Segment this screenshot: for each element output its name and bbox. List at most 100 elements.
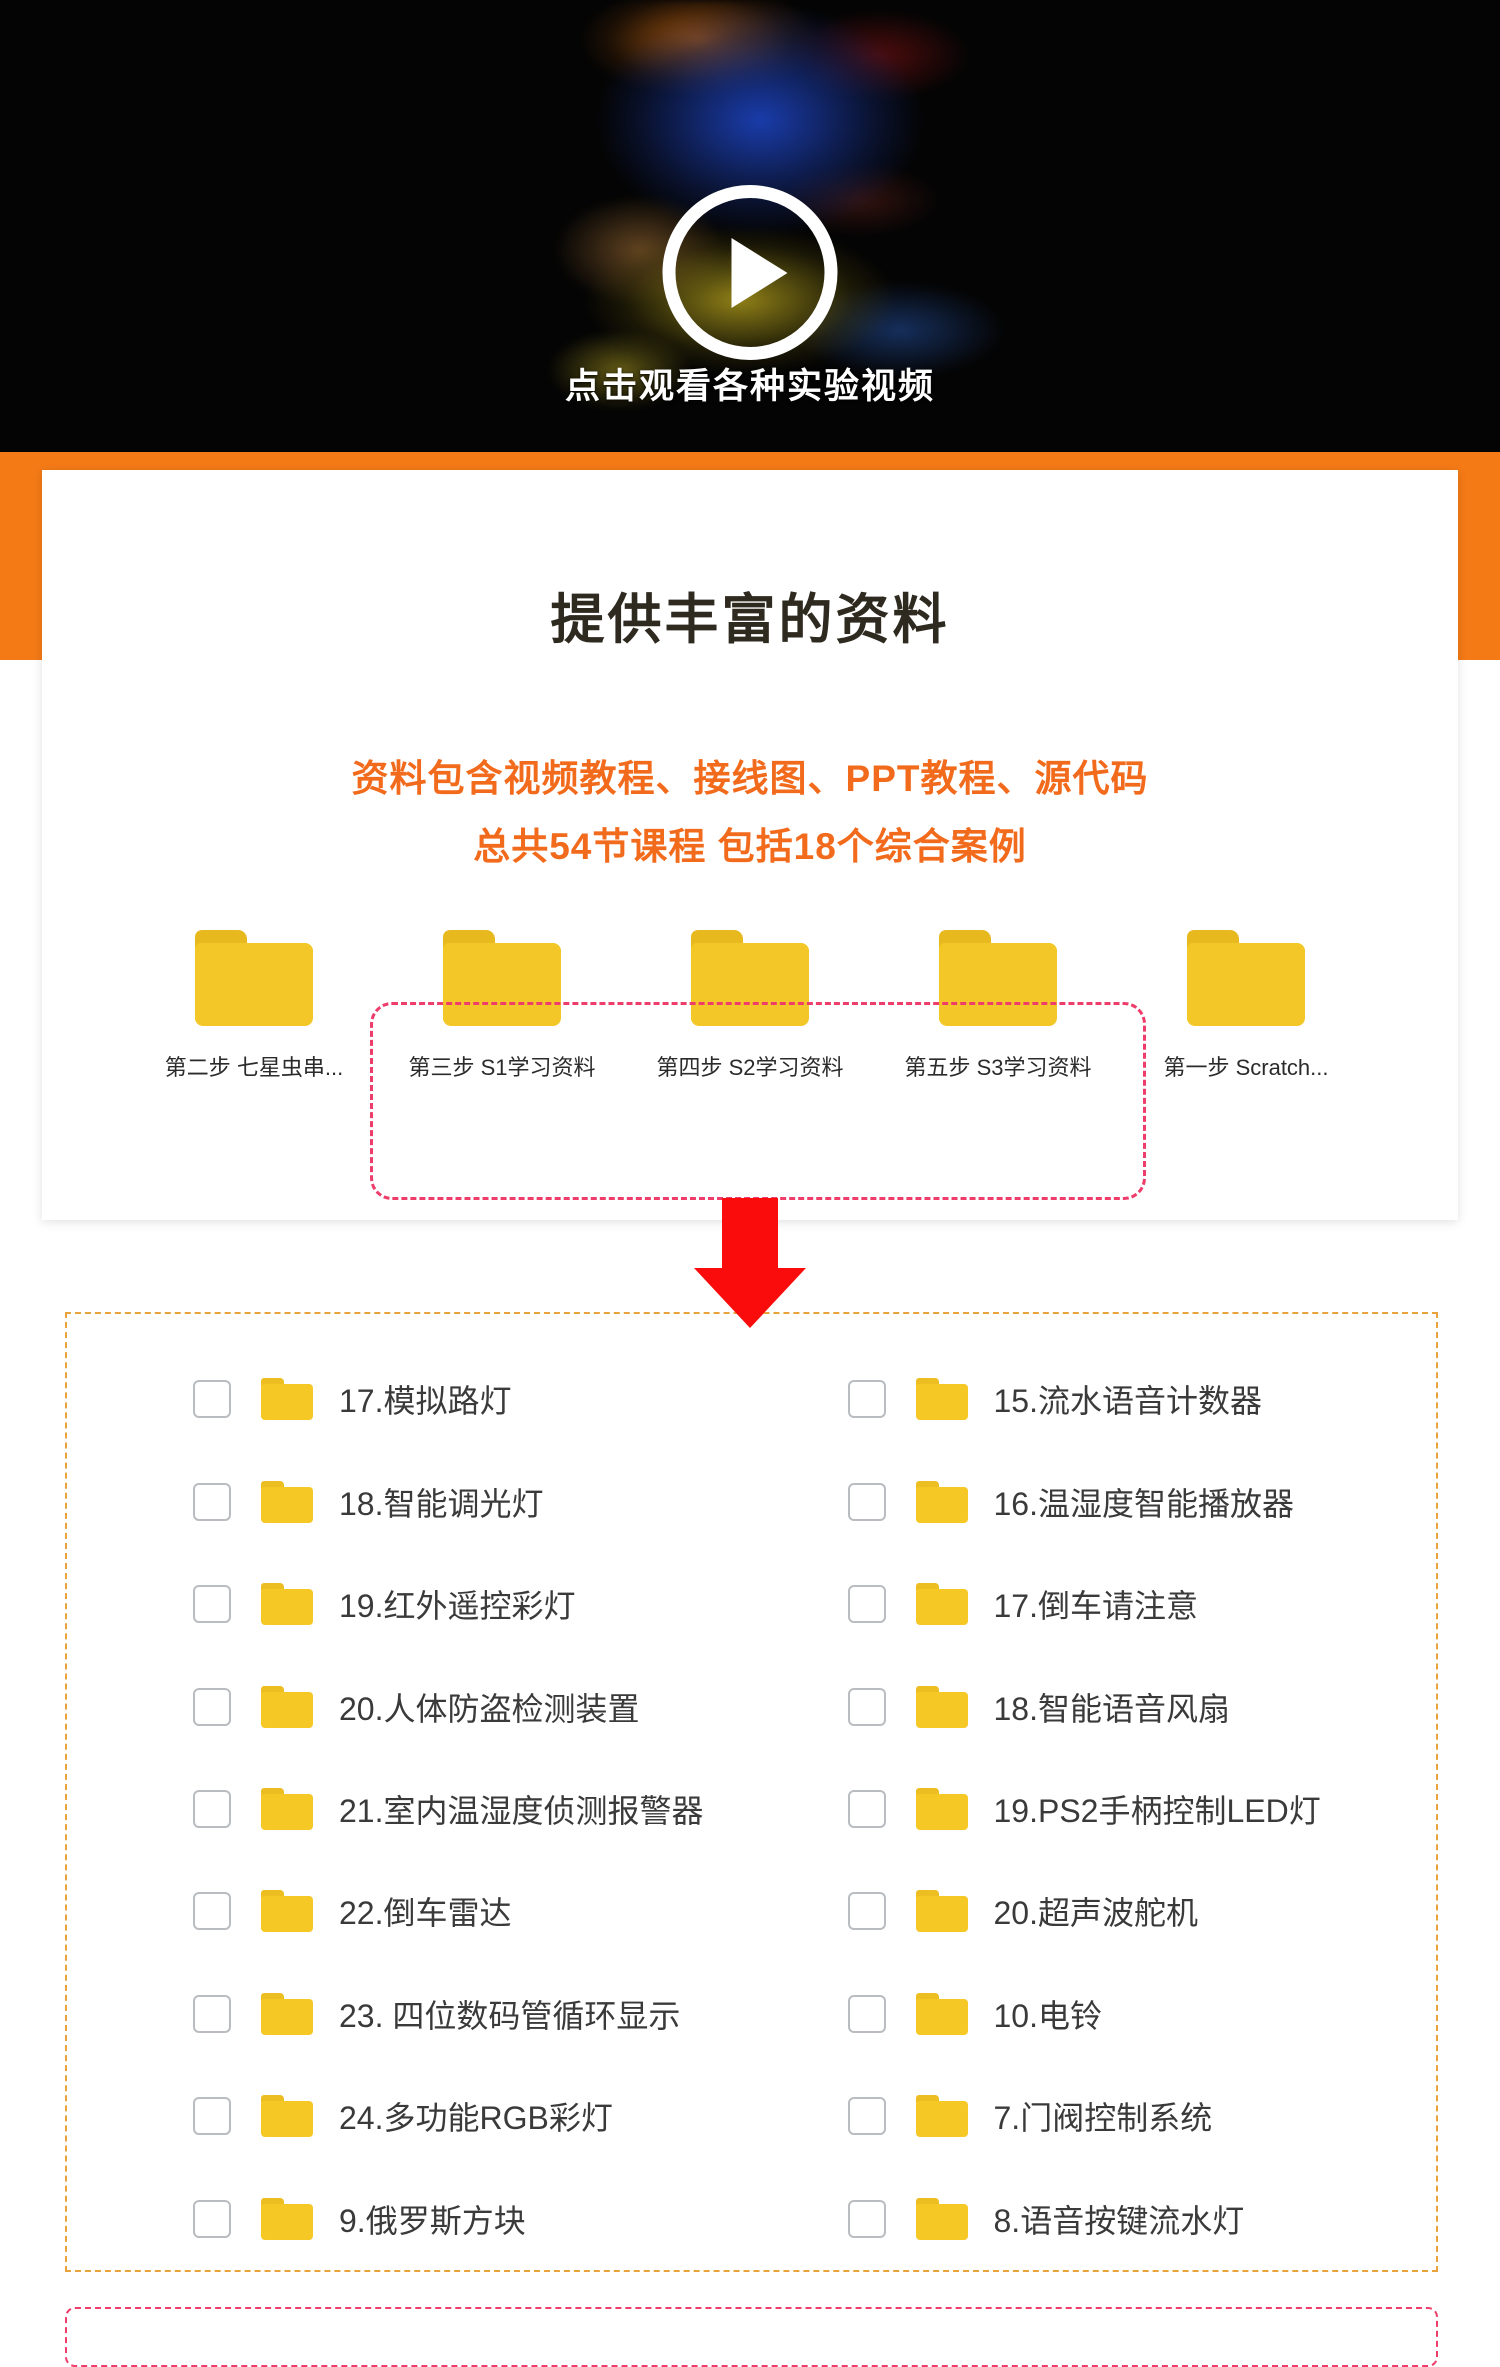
item-checkbox[interactable] bbox=[193, 1789, 231, 1828]
folder-item[interactable]: 第五步 S3学习资料 bbox=[878, 930, 1118, 1082]
list-item[interactable]: 10.电铃 bbox=[847, 1963, 1437, 2065]
list-item[interactable]: 24.多功能RGB彩灯 bbox=[193, 2065, 782, 2167]
folder-row: 第二步 七星虫串... 第三步 S1学习资料 第四步 S2学习资料 第五步 S3… bbox=[42, 930, 1458, 1082]
folder-body bbox=[261, 1896, 313, 1933]
folder-body bbox=[691, 943, 809, 1026]
folder-body bbox=[915, 1384, 968, 1421]
folder-icon bbox=[691, 930, 809, 1026]
item-checkbox[interactable] bbox=[193, 1585, 231, 1624]
play-triangle-icon bbox=[731, 237, 787, 308]
folder-icon bbox=[195, 930, 313, 1026]
folder-body bbox=[915, 2203, 968, 2240]
folder-body bbox=[195, 943, 313, 1026]
folder-icon bbox=[261, 1787, 313, 1830]
list-item[interactable]: 23. 四位数码管循环显示 bbox=[193, 1963, 782, 2065]
item-checkbox[interactable] bbox=[847, 1687, 886, 1726]
list-item-label: 18.智能调光灯 bbox=[339, 1485, 544, 1522]
item-checkbox[interactable] bbox=[847, 1892, 886, 1931]
page-title: 提供丰富的资料 bbox=[550, 590, 950, 650]
list-item-label: 18.智能语音风扇 bbox=[993, 1690, 1231, 1727]
item-checkbox[interactable] bbox=[193, 1994, 231, 2033]
item-checkbox[interactable] bbox=[847, 1994, 886, 2033]
list-item-label: 20.人体防盗检测装置 bbox=[339, 1690, 640, 1727]
list-item-label: 24.多功能RGB彩灯 bbox=[339, 2100, 613, 2137]
folder-icon bbox=[939, 930, 1057, 1026]
item-checkbox[interactable] bbox=[847, 2097, 886, 2136]
folder-icon bbox=[915, 1378, 968, 1421]
folder-item[interactable]: 第二步 七星虫串... bbox=[134, 930, 374, 1082]
folder-label: 第五步 S3学习资料 bbox=[904, 1055, 1092, 1080]
folder-icon bbox=[261, 2197, 313, 2240]
subtitle-line-1: 资料包含视频教程、接线图、PPT教程、源代码 bbox=[351, 758, 1149, 799]
folder-label: 第三步 S1学习资料 bbox=[408, 1055, 596, 1080]
folder-icon bbox=[915, 1480, 968, 1523]
list-item-label: 22.倒车雷达 bbox=[339, 1895, 512, 1932]
item-checkbox[interactable] bbox=[193, 1380, 231, 1419]
folder-item[interactable]: 第一步 Scratch... bbox=[1126, 930, 1366, 1082]
folder-icon bbox=[261, 1583, 313, 1626]
list-item[interactable]: 19.红外遥控彩灯 bbox=[193, 1553, 782, 1655]
item-checkbox[interactable] bbox=[847, 1482, 886, 1521]
folder-icon bbox=[261, 1378, 313, 1421]
list-item-label: 15.流水语音计数器 bbox=[993, 1383, 1263, 1420]
list-item-label: 17.倒车请注意 bbox=[993, 1588, 1199, 1625]
folder-body bbox=[915, 1793, 968, 1830]
list-item[interactable]: 21.室内温湿度侦测报警器 bbox=[193, 1758, 782, 1860]
item-checkbox[interactable] bbox=[193, 2199, 231, 2238]
video-banner[interactable]: 点击观看各种实验视频 bbox=[0, 0, 1500, 452]
item-checkbox[interactable] bbox=[847, 1585, 886, 1624]
list-item[interactable]: 8.语音按键流水灯 bbox=[847, 2168, 1437, 2270]
folder-body bbox=[915, 1998, 968, 2035]
item-checkbox[interactable] bbox=[847, 2199, 886, 2238]
item-checkbox[interactable] bbox=[193, 1687, 231, 1726]
folder-body bbox=[261, 2203, 313, 2240]
item-checkbox[interactable] bbox=[193, 1482, 231, 1521]
folder-body bbox=[261, 2101, 313, 2138]
list-item[interactable]: 18.智能语音风扇 bbox=[847, 1655, 1437, 1757]
project-list-left-column: 17.模拟路灯 18.智能调光灯 19.红外遥控彩灯 20.人体防盗检测装置 2… bbox=[67, 1348, 782, 2270]
list-item[interactable]: 19.PS2手柄控制LED灯 bbox=[847, 1758, 1437, 1860]
folder-body bbox=[261, 1793, 313, 1830]
folder-item[interactable]: 第四步 S2学习资料 bbox=[630, 930, 870, 1082]
list-item-label: 20.超声波舵机 bbox=[993, 1895, 1199, 1932]
list-item-label: 9.俄罗斯方块 bbox=[339, 2202, 526, 2239]
folder-body bbox=[261, 1486, 313, 1523]
list-item[interactable]: 18.智能调光灯 bbox=[193, 1450, 782, 1552]
list-item[interactable]: 15.流水语音计数器 bbox=[847, 1348, 1437, 1450]
folder-item[interactable]: 第三步 S1学习资料 bbox=[382, 930, 622, 1082]
item-checkbox[interactable] bbox=[193, 2097, 231, 2136]
folder-icon bbox=[915, 1890, 968, 1933]
play-circle-icon[interactable] bbox=[662, 185, 838, 360]
folder-icon bbox=[915, 2095, 968, 2138]
list-item-label: 17.模拟路灯 bbox=[339, 1383, 512, 1420]
list-item-label: 8.语音按键流水灯 bbox=[993, 2202, 1245, 2239]
folder-icon bbox=[1187, 930, 1305, 1026]
folder-icon bbox=[261, 2095, 313, 2138]
folder-body bbox=[261, 1384, 313, 1421]
list-item[interactable]: 17.模拟路灯 bbox=[193, 1348, 782, 1450]
folder-icon bbox=[915, 1787, 968, 1830]
list-item[interactable]: 20.超声波舵机 bbox=[847, 1860, 1437, 1962]
folder-body bbox=[261, 1589, 313, 1626]
folder-body bbox=[915, 1589, 968, 1626]
list-item[interactable]: 7.门阀控制系统 bbox=[847, 2065, 1437, 2167]
folder-body bbox=[1187, 943, 1305, 1026]
list-item[interactable]: 20.人体防盗检测装置 bbox=[193, 1655, 782, 1757]
list-item[interactable]: 9.俄罗斯方块 bbox=[193, 2168, 782, 2270]
folder-icon bbox=[915, 2197, 968, 2240]
list-item[interactable]: 22.倒车雷达 bbox=[193, 1860, 782, 1962]
folder-body bbox=[261, 1998, 313, 2035]
folder-icon bbox=[915, 1685, 968, 1728]
list-item-label: 23. 四位数码管循环显示 bbox=[339, 1997, 681, 2034]
item-checkbox[interactable] bbox=[847, 1789, 886, 1828]
item-checkbox[interactable] bbox=[193, 1892, 231, 1931]
folder-icon bbox=[261, 1480, 313, 1523]
item-checkbox[interactable] bbox=[847, 1380, 886, 1419]
folder-label: 第二步 七星虫串... bbox=[164, 1055, 344, 1080]
folder-body bbox=[261, 1691, 313, 1728]
list-item[interactable]: 16.温湿度智能播放器 bbox=[847, 1450, 1437, 1552]
folder-body bbox=[915, 1896, 968, 1933]
list-item[interactable]: 17.倒车请注意 bbox=[847, 1553, 1437, 1655]
folder-body bbox=[915, 1486, 968, 1523]
project-list-box: 17.模拟路灯 18.智能调光灯 19.红外遥控彩灯 20.人体防盗检测装置 2… bbox=[65, 1312, 1438, 2272]
